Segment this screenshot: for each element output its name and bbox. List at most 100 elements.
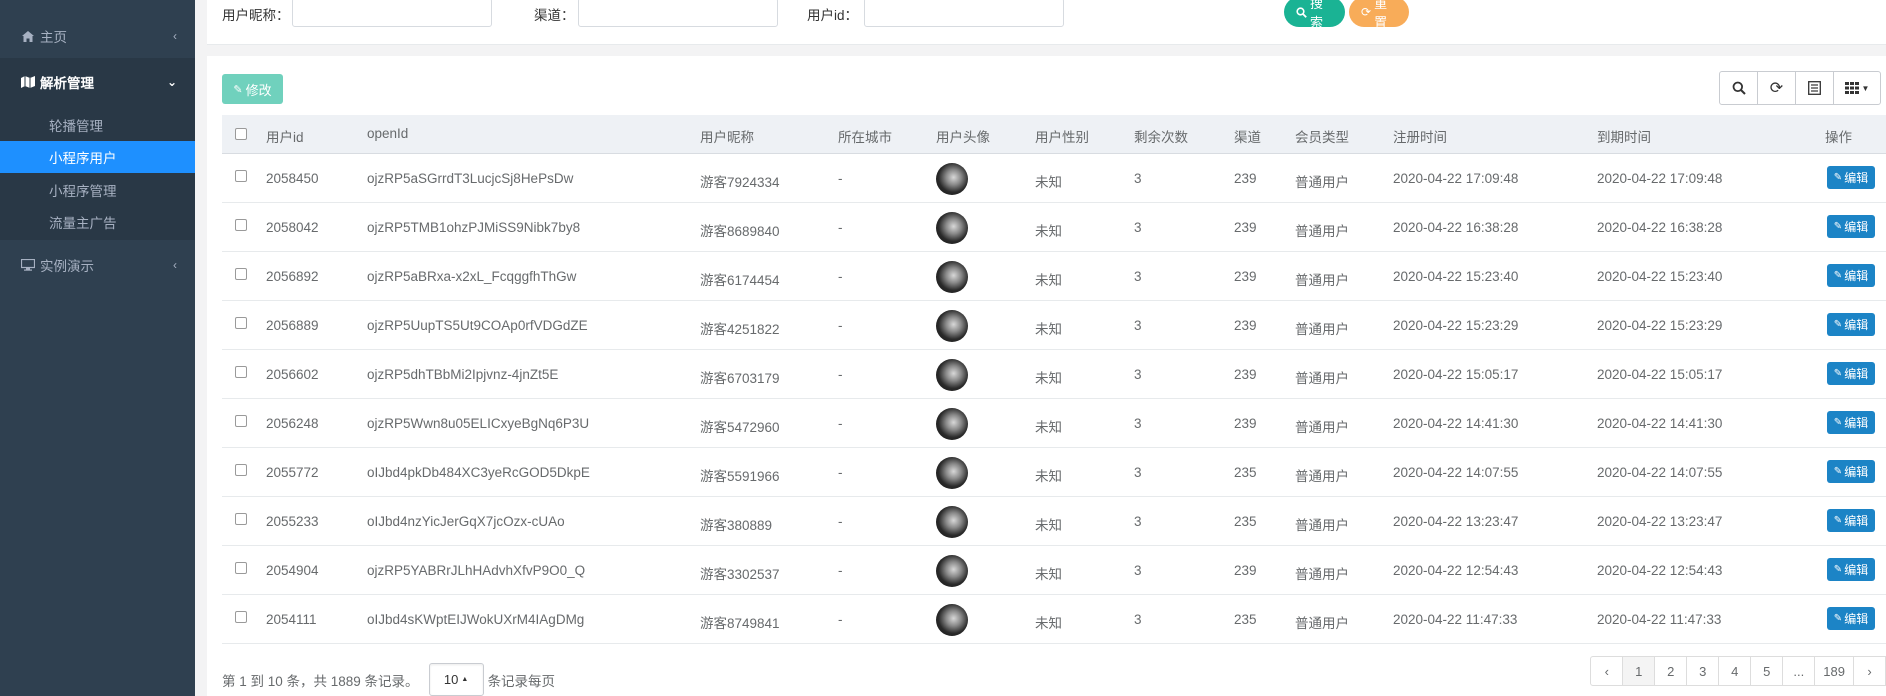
sidebar-item-traffic-ads[interactable]: 流量主广告	[0, 206, 195, 238]
pagination-page[interactable]: 4	[1718, 656, 1752, 686]
row-edit-button[interactable]: ✎ 编辑	[1827, 264, 1875, 287]
header-reg-time: 注册时间	[1393, 130, 1447, 145]
row-edit-button[interactable]: ✎ 编辑	[1827, 558, 1875, 581]
row-edit-button[interactable]: ✎ 编辑	[1827, 215, 1875, 238]
cell-reg-time: 2020-04-22 14:07:55	[1393, 465, 1519, 480]
edit-icon: ✎	[1833, 319, 1843, 330]
cell-gender: 未知	[1035, 469, 1062, 484]
select-all-checkbox[interactable]	[235, 128, 247, 140]
pagination-page[interactable]: 3	[1686, 656, 1720, 686]
search-button-label: 搜索	[1310, 0, 1324, 30]
row-edit-button[interactable]: ✎ 编辑	[1827, 411, 1875, 434]
avatar	[936, 457, 968, 489]
avatar	[936, 506, 968, 538]
cell-channel: 239	[1234, 220, 1257, 235]
row-edit-label: 编辑	[1844, 367, 1869, 381]
row-checkbox[interactable]	[235, 366, 247, 378]
nav-home-label: 主页	[40, 30, 67, 45]
toolbar-toggle-view-button[interactable]	[1795, 71, 1834, 105]
header-channel: 渠道	[1234, 130, 1261, 145]
row-checkbox[interactable]	[235, 415, 247, 427]
page-info-prefix: 第 1 到 10 条，共 1889 条记录。	[222, 673, 419, 689]
row-checkbox[interactable]	[235, 562, 247, 574]
row-edit-label: 编辑	[1844, 171, 1869, 185]
avatar	[936, 163, 968, 195]
nickname-input[interactable]	[292, 0, 492, 27]
row-edit-label: 编辑	[1844, 465, 1869, 479]
userid-input[interactable]	[864, 0, 1064, 27]
nav-demo[interactable]: 实例演示 ‹	[0, 251, 195, 279]
cell-gender: 未知	[1035, 518, 1062, 533]
row-edit-button[interactable]: ✎ 编辑	[1827, 460, 1875, 483]
search-button[interactable]: 搜索	[1284, 0, 1345, 30]
cell-city: -	[838, 318, 843, 333]
cell-member-type: 普通用户	[1295, 273, 1349, 288]
toolbar-refresh-button[interactable]: ⟳	[1757, 71, 1796, 105]
row-checkbox[interactable]	[235, 464, 247, 476]
cell-openid: ojzRP5UupTS5Ut9COAp0rfVDGdZE	[367, 318, 588, 333]
row-edit-button[interactable]: ✎ 编辑	[1827, 362, 1875, 385]
row-checkbox[interactable]	[235, 268, 247, 280]
header-member-type: 会员类型	[1295, 130, 1349, 145]
cell-nickname: 游客8749841	[700, 616, 780, 631]
row-edit-button[interactable]: ✎ 编辑	[1827, 166, 1875, 189]
row-edit-button[interactable]: ✎ 编辑	[1827, 607, 1875, 630]
cell-userid: 2056248	[266, 416, 319, 431]
row-checkbox[interactable]	[235, 219, 247, 231]
cell-openid: ojzRP5TMB1ohzPJMiSS9Nibk7by8	[367, 220, 581, 235]
row-checkbox[interactable]	[235, 611, 247, 623]
pagination-next[interactable]: ›	[1853, 656, 1886, 686]
cell-member-type: 普通用户	[1295, 567, 1349, 582]
channel-input[interactable]	[578, 0, 778, 27]
cell-nickname: 游客380889	[700, 518, 773, 533]
page-size-select[interactable]: 10 ▲	[428, 663, 484, 696]
cell-gender: 未知	[1035, 224, 1062, 239]
table-header: 用户id openId 用户昵称 所在城市 用户头像 用户性别 剩余次数 渠道 …	[222, 115, 1886, 154]
reset-button[interactable]: ⟳ 重置	[1349, 0, 1409, 30]
row-checkbox[interactable]	[235, 513, 247, 525]
table-row: 2056889 ojzRP5UupTS5Ut9COAp0rfVDGdZE 游客425…	[222, 301, 1886, 350]
cell-openid: oIJbd4sKWptEIJWokUXrM4IAgDMg	[367, 612, 585, 627]
toolbar-search-button[interactable]	[1719, 71, 1758, 105]
nav-parse-mgmt[interactable]: 解析管理 ⌄	[0, 58, 195, 106]
list-icon	[1808, 81, 1821, 95]
cell-channel: 239	[1234, 318, 1257, 333]
avatar	[936, 555, 968, 587]
row-edit-button[interactable]: ✎ 编辑	[1827, 509, 1875, 532]
cell-exp-time: 2020-04-22 12:54:43	[1597, 563, 1723, 578]
edit-icon: ✎	[1833, 221, 1843, 232]
header-city: 所在城市	[838, 130, 892, 145]
toolbar-columns-button[interactable]: ▼	[1833, 71, 1881, 105]
cell-remaining: 3	[1134, 318, 1142, 333]
cell-openid: ojzRP5Wwn8u05ELICxyeBgNq6P3U	[367, 416, 590, 431]
table-row: 2054111 oIJbd4sKWptEIJWokUXrM4IAgDMg 游客874…	[222, 595, 1886, 644]
cell-gender: 未知	[1035, 273, 1062, 288]
pagination-page[interactable]: 2	[1654, 656, 1688, 686]
sidebar-item-carousel[interactable]: 轮播管理	[0, 109, 195, 141]
cell-exp-time: 2020-04-22 13:23:47	[1597, 514, 1723, 529]
cell-reg-time: 2020-04-22 13:23:47	[1393, 514, 1519, 529]
pagination-page[interactable]: 189	[1814, 656, 1854, 686]
cell-member-type: 普通用户	[1295, 224, 1349, 239]
edit-icon: ✎	[1833, 466, 1843, 477]
cell-openid: oIJbd4pkDb484XC3yeRcGOD5DkpE	[367, 465, 590, 480]
cell-reg-time: 2020-04-22 16:38:28	[1393, 220, 1519, 235]
sidebar-item-miniapp-users[interactable]: 小程序用户	[0, 141, 195, 173]
row-edit-label: 编辑	[1844, 563, 1869, 577]
nav-home[interactable]: 主页 ‹	[0, 22, 195, 50]
pagination-page[interactable]: 5	[1750, 656, 1784, 686]
cell-city: -	[838, 612, 843, 627]
cell-channel: 235	[1234, 514, 1257, 529]
cell-exp-time: 2020-04-22 17:09:48	[1597, 171, 1723, 186]
pagination-prev[interactable]: ‹	[1590, 656, 1624, 686]
search-icon	[1296, 6, 1307, 18]
modify-button[interactable]: ✎ 修改	[222, 74, 283, 104]
cell-reg-time: 2020-04-22 11:47:33	[1393, 612, 1518, 627]
row-edit-button[interactable]: ✎ 编辑	[1827, 313, 1875, 336]
row-checkbox[interactable]	[235, 170, 247, 182]
pagination-page[interactable]: 1	[1622, 656, 1656, 686]
edit-icon: ✎	[1833, 417, 1843, 428]
row-checkbox[interactable]	[235, 317, 247, 329]
cell-userid: 2055772	[266, 465, 319, 480]
sidebar-item-miniapp-mgmt[interactable]: 小程序管理	[0, 174, 195, 206]
